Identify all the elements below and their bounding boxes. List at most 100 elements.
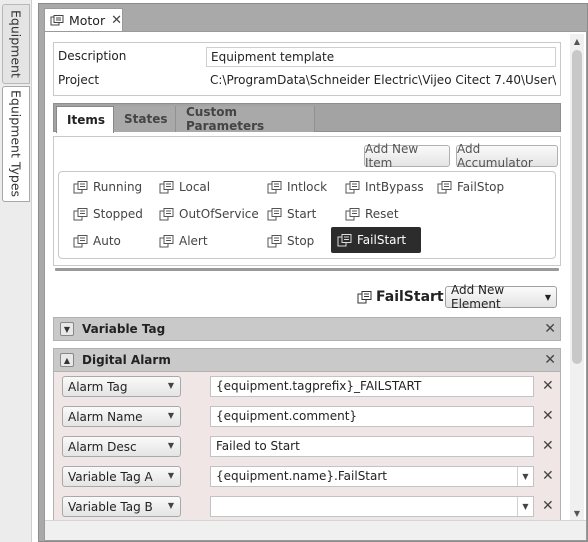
side-tab-rail: Equipment Equipment Types xyxy=(0,0,32,542)
element-title-text: FailStart xyxy=(376,289,444,305)
item-start[interactable]: Start xyxy=(261,202,322,226)
field-value-combo[interactable]: ▼ xyxy=(210,496,534,517)
add-accumulator-button[interactable]: Add Accumulator xyxy=(456,142,558,170)
vertical-scrollbar[interactable]: ▲ ▼ xyxy=(570,34,584,520)
project-label: Project xyxy=(58,73,100,87)
item-icon xyxy=(345,180,360,194)
item-outofservice[interactable]: OutOfService xyxy=(153,202,265,226)
field-value-input[interactable]: Failed to Start xyxy=(210,436,534,457)
item-label: FailStop xyxy=(457,180,505,194)
chevron-down-icon: ▼ xyxy=(544,292,551,302)
chevron-down-icon: ▼ xyxy=(167,501,174,510)
field-name-select[interactable]: Alarm Name ▼ xyxy=(62,406,181,427)
field-row: Variable Tag B ▼ ▼ ✕ xyxy=(54,492,560,522)
tab-equipment-label: Equipment xyxy=(8,10,24,78)
item-intbypass[interactable]: IntBypass xyxy=(339,175,430,199)
field-value-input[interactable]: {equipment.tagprefix}_FAILSTART xyxy=(210,376,534,397)
scroll-down-icon[interactable]: ▼ xyxy=(570,506,584,520)
remove-icon[interactable]: ✕ xyxy=(542,468,554,484)
panel-splitter[interactable] xyxy=(55,268,559,271)
equipment-type-icon xyxy=(50,14,65,27)
item-label: Intlock xyxy=(287,180,328,194)
add-new-element-label: Add New Element xyxy=(451,283,505,311)
tab-equipment-types[interactable]: Equipment Types xyxy=(2,86,30,202)
item-icon xyxy=(159,207,174,221)
item-icon xyxy=(437,180,452,194)
description-field[interactable]: Equipment template xyxy=(206,47,556,67)
item-failstop[interactable]: FailStop xyxy=(431,175,510,199)
item-label: FailStart xyxy=(357,233,407,247)
item-intlock[interactable]: Intlock xyxy=(261,175,333,199)
tab-items[interactable]: Items xyxy=(56,106,114,133)
chevron-up-icon[interactable]: ▲ xyxy=(60,353,74,367)
content-tab-strip: Items States Custom Parameters xyxy=(53,103,561,133)
editor-content: ▲ ▼ Description Equipment template Proje… xyxy=(44,31,587,541)
document-tab-title: Motor xyxy=(68,13,106,28)
remove-icon[interactable]: ✕ xyxy=(542,438,554,454)
item-auto[interactable]: Auto xyxy=(67,229,127,253)
item-label: Local xyxy=(179,180,211,194)
remove-icon[interactable]: ✕ xyxy=(542,498,554,514)
field-value-combo[interactable]: {equipment.name}.FailStart ▼ xyxy=(210,466,534,487)
field-row: Alarm Desc ▼ Failed to Start ✕ xyxy=(54,432,560,462)
project-row: Project C:\ProgramData\Schneider Electri… xyxy=(54,69,560,93)
add-new-element-button[interactable]: Add New Element ▼ xyxy=(445,283,557,311)
chevron-down-icon[interactable]: ▼ xyxy=(517,497,533,516)
add-new-item-button[interactable]: Add New Item xyxy=(364,142,450,170)
item-label: Auto xyxy=(93,234,121,248)
tab-equipment-types-label: Equipment Types xyxy=(8,90,24,198)
document-tab-motor[interactable]: Motor ✕ xyxy=(44,8,123,32)
field-row: Alarm Name ▼ {equipment.comment} ✕ xyxy=(54,402,560,432)
field-name-select[interactable]: Variable Tag B ▼ xyxy=(62,496,181,517)
section-digital-alarm[interactable]: ▲ Digital Alarm ✕ xyxy=(53,348,561,372)
field-name-select[interactable]: Alarm Desc ▼ xyxy=(62,436,181,457)
item-stopped[interactable]: Stopped xyxy=(67,202,149,226)
close-icon[interactable]: ✕ xyxy=(544,352,556,368)
item-icon xyxy=(267,207,282,221)
scroll-up-icon[interactable]: ▲ xyxy=(570,34,584,48)
description-row: Description Equipment template xyxy=(54,45,560,69)
field-name: Alarm Desc xyxy=(68,439,137,454)
section-title: Variable Tag xyxy=(82,322,166,336)
tab-states[interactable]: States xyxy=(114,106,176,132)
item-icon xyxy=(345,207,360,221)
item-alert[interactable]: Alert xyxy=(153,229,214,253)
remove-icon[interactable]: ✕ xyxy=(542,378,554,394)
item-local[interactable]: Local xyxy=(153,175,216,199)
section-title: Digital Alarm xyxy=(82,353,171,367)
item-label: Running xyxy=(93,180,143,194)
field-value-input[interactable]: {equipment.comment} xyxy=(210,406,534,427)
field-name-select[interactable]: Variable Tag A ▼ xyxy=(62,466,181,487)
chevron-down-icon[interactable]: ▼ xyxy=(60,322,74,336)
remove-icon[interactable]: ✕ xyxy=(542,408,554,424)
item-failstart[interactable]: FailStart xyxy=(331,227,421,253)
field-name: Variable Tag A xyxy=(68,469,153,484)
item-label: Alert xyxy=(179,234,208,248)
item-icon xyxy=(267,234,282,248)
item-stop[interactable]: Stop xyxy=(261,229,320,253)
close-icon[interactable]: ✕ xyxy=(111,13,122,28)
item-icon xyxy=(159,234,174,248)
field-row: Alarm Tag ▼ {equipment.tagprefix}_FAILSTA… xyxy=(54,372,560,402)
horizontal-scrollbar[interactable] xyxy=(45,520,586,540)
element-title: FailStart xyxy=(357,289,444,305)
chevron-down-icon[interactable]: ▼ xyxy=(517,467,533,486)
chevron-down-icon: ▼ xyxy=(167,441,174,450)
field-name: Alarm Name xyxy=(68,409,143,424)
scrollbar-thumb[interactable] xyxy=(572,50,582,364)
item-icon xyxy=(337,233,352,247)
tab-custom-parameters[interactable]: Custom Parameters xyxy=(176,105,315,133)
tab-equipment[interactable]: Equipment xyxy=(2,4,30,84)
field-name-select[interactable]: Alarm Tag ▼ xyxy=(62,376,181,397)
item-running[interactable]: Running xyxy=(67,175,148,199)
item-reset[interactable]: Reset xyxy=(339,202,405,226)
item-icon xyxy=(73,180,88,194)
item-label: OutOfService xyxy=(179,207,259,221)
item-label: Stopped xyxy=(93,207,143,221)
chevron-down-icon: ▼ xyxy=(167,471,174,480)
field-name: Alarm Tag xyxy=(68,379,128,394)
close-icon[interactable]: ✕ xyxy=(544,321,556,337)
section-variable-tag[interactable]: ▼ Variable Tag ✕ xyxy=(53,317,561,341)
field-value: {equipment.name}.FailStart xyxy=(216,469,388,483)
item-label: Stop xyxy=(287,234,315,248)
